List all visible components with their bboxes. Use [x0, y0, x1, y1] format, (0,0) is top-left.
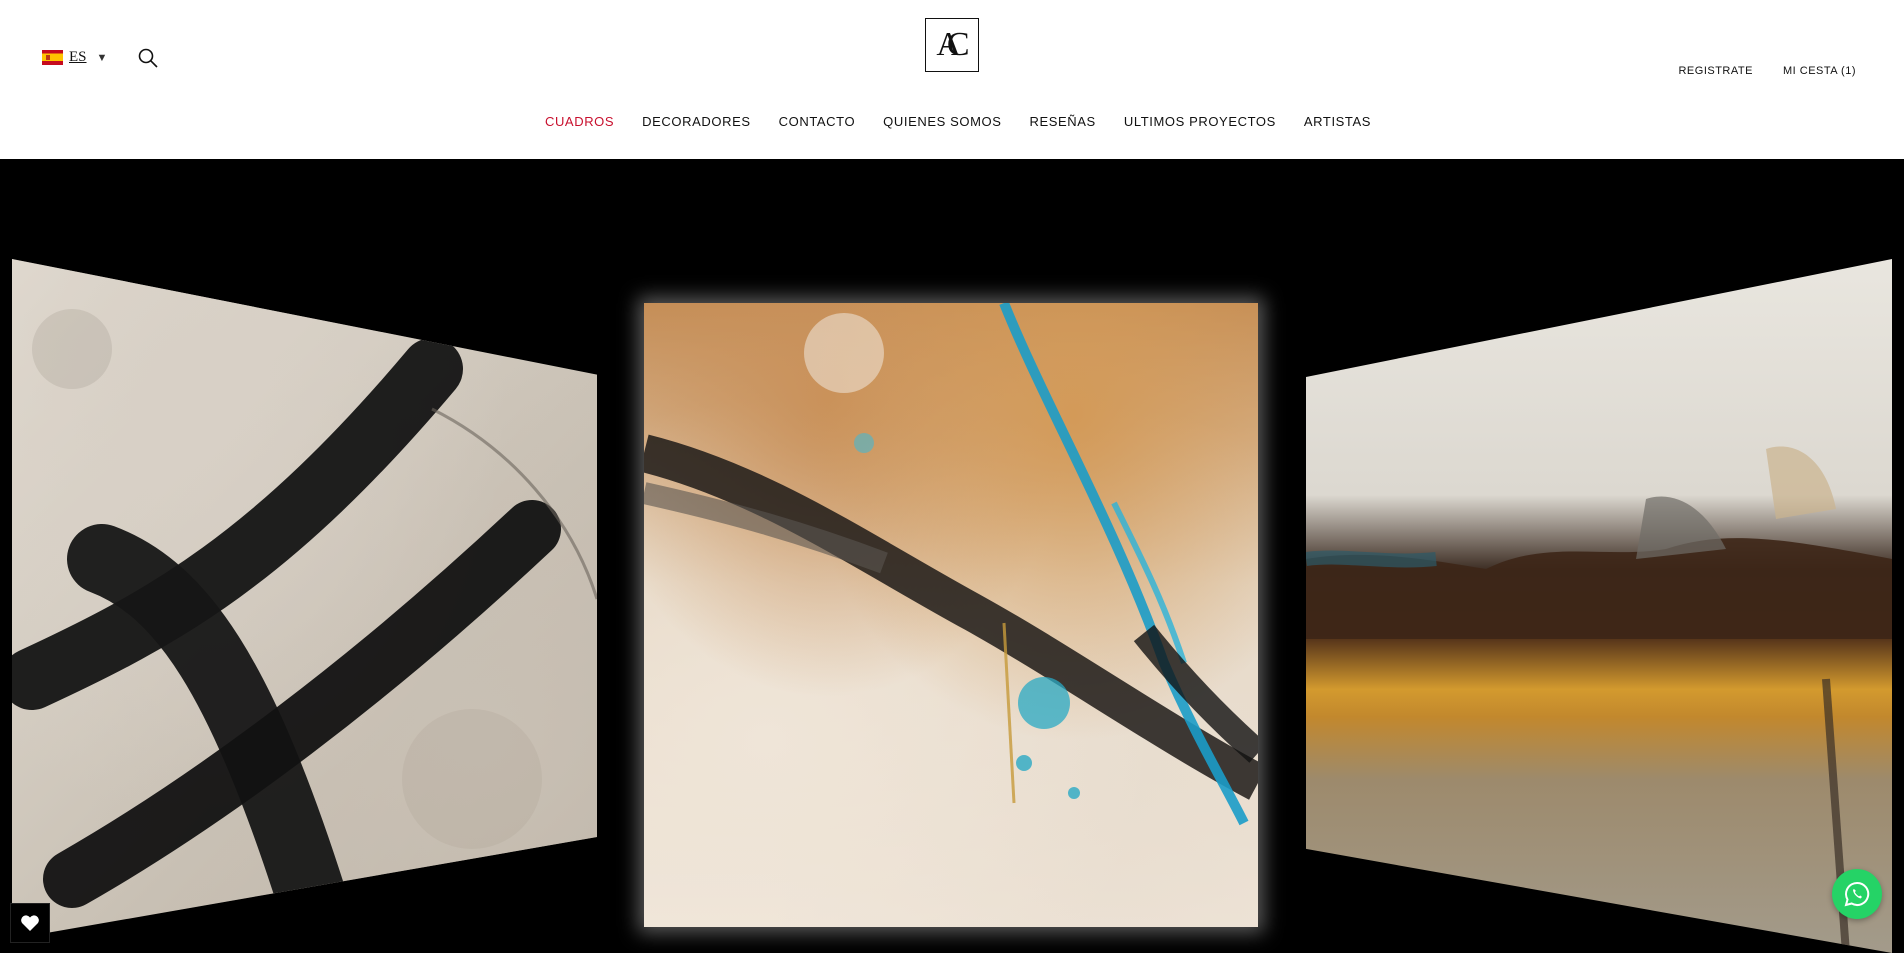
cart-link[interactable]: MI CESTA (1) [1783, 65, 1856, 77]
nav-item-quienes-somos[interactable]: QUIENES SOMOS [883, 114, 1001, 129]
artwork-slide-right[interactable] [1306, 259, 1892, 953]
artwork-slide-left[interactable] [12, 259, 597, 939]
nav-item-decoradores[interactable]: DECORADORES [642, 114, 750, 129]
nav-item-contacto[interactable]: CONTACTO [779, 114, 856, 129]
artwork-slide-center[interactable] [644, 303, 1258, 927]
heart-icon [21, 915, 39, 931]
logo-text: AC [936, 26, 969, 63]
hero-carousel[interactable] [0, 159, 1904, 953]
main-navigation: CUADROS DECORADORES CONTACTO QUIENES SOM… [0, 114, 1904, 129]
whatsapp-icon [1844, 881, 1870, 907]
nav-item-cuadros[interactable]: CUADROS [545, 114, 614, 129]
nav-item-artistas[interactable]: ARTISTAS [1304, 114, 1371, 129]
site-logo[interactable]: AC [925, 18, 979, 72]
site-header: ES ▼ AC REGISTRATE MI CESTA (1) CUADROS … [0, 0, 1904, 159]
language-selector[interactable]: ES ▼ [42, 49, 107, 66]
language-code: ES [69, 49, 87, 65]
caret-down-icon: ▼ [96, 51, 108, 64]
nav-item-resenas[interactable]: RESEÑAS [1030, 114, 1096, 129]
wishlist-button[interactable] [10, 903, 50, 943]
account-links: REGISTRATE MI CESTA (1) [1678, 65, 1856, 77]
nav-item-ultimos-proyectos[interactable]: ULTIMOS PROYECTOS [1124, 114, 1276, 129]
register-link[interactable]: REGISTRATE [1678, 65, 1752, 77]
search-icon[interactable] [137, 47, 161, 71]
whatsapp-button[interactable] [1832, 869, 1882, 919]
spain-flag-icon [42, 50, 63, 65]
